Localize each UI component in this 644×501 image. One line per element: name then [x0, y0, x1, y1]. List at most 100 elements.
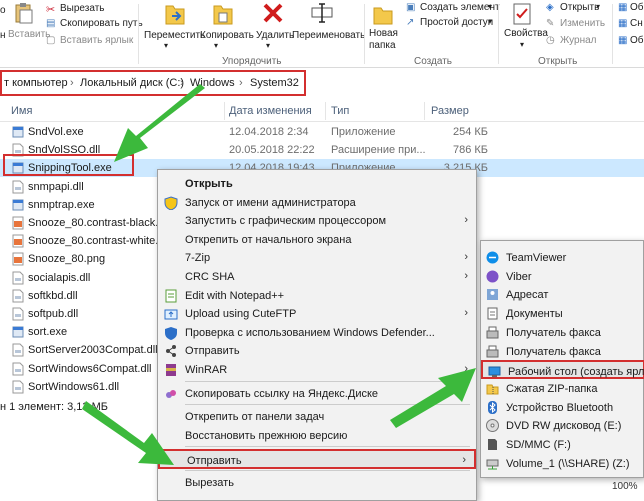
address-segment-current[interactable]: System32	[250, 77, 299, 89]
paste-shortcut-icon[interactable]: ▢	[46, 35, 55, 46]
context-menu-item[interactable]: CRC SHA ›	[158, 267, 476, 287]
journal-icon[interactable]: ◷	[546, 35, 555, 46]
copy-to-button[interactable]: Копировать	[200, 30, 254, 41]
context-menu-item[interactable]: Запуск от имени администратора	[158, 193, 476, 213]
select-all-button[interactable]: Об	[630, 2, 644, 13]
easy-access-icon[interactable]: ↗	[406, 17, 414, 28]
rename-icon[interactable]	[310, 2, 334, 24]
file-size: 254 КБ	[452, 126, 488, 138]
send-to-item[interactable]: TeamViewer	[481, 248, 644, 267]
ribbon: о н Вставить ✂ Вырезать ▤ Скопировать пу…	[0, 0, 644, 68]
send-to-item[interactable]: Получатель факса	[481, 342, 644, 361]
properties-dropdown-icon: ▾	[520, 40, 525, 49]
edit-icon[interactable]: ✎	[546, 18, 554, 29]
send-to-item[interactable]: Устройство Bluetooth	[481, 398, 644, 417]
edit-button[interactable]: Изменить	[560, 18, 605, 29]
paste-button[interactable]: Вставить	[8, 29, 50, 40]
send-to-item[interactable]: Рабочий стол (создать ярлык)	[481, 360, 644, 380]
column-divider[interactable]	[224, 102, 225, 120]
select-all-icon[interactable]: ▦	[618, 2, 627, 13]
column-date[interactable]: Дата изменения	[229, 105, 312, 117]
file-name: sort.exe	[28, 326, 68, 339]
exe-file-icon	[12, 199, 24, 211]
select-none-button[interactable]: Сн	[630, 18, 643, 29]
column-type[interactable]: Тип	[331, 105, 349, 117]
file-name: socialapis.dll	[28, 271, 91, 284]
bluetooth-icon	[488, 400, 497, 414]
column-size[interactable]: Размер	[431, 105, 469, 117]
column-name[interactable]: Имя	[11, 105, 32, 117]
context-menu-item[interactable]: Запустить с графическим процессором ›	[158, 211, 476, 231]
file-type: Расширение при...	[331, 144, 426, 157]
new-folder-button-line2[interactable]: папка	[369, 40, 396, 51]
ribbon-separator	[364, 4, 365, 64]
invert-select-icon[interactable]: ▦	[618, 35, 627, 46]
copy-to-dropdown-icon: ▾	[214, 41, 219, 50]
easy-access-button[interactable]: Простой доступ	[420, 17, 493, 28]
file-name: Snooze_80.contrast-black.png	[28, 217, 177, 229]
chevron-right-icon: ›	[464, 307, 468, 320]
docs-icon	[487, 307, 498, 320]
column-divider[interactable]	[325, 102, 326, 120]
copy-to-icon[interactable]	[212, 2, 234, 26]
menu-item-label: Открепить от начального экрана	[185, 233, 352, 246]
chevron-right-icon: ›	[464, 270, 468, 282]
context-menu-item[interactable]: Edit with Notepad++	[158, 286, 476, 306]
new-folder-icon[interactable]	[372, 2, 394, 26]
send-to-label: Получатель факса	[506, 345, 601, 358]
send-to-item[interactable]: Сжатая ZIP-папка	[481, 379, 644, 398]
rename-button[interactable]: Переименовать	[292, 30, 365, 41]
delete-icon[interactable]	[262, 2, 284, 24]
exe-file-icon	[12, 126, 24, 138]
address-segment[interactable]: т компьютер	[4, 77, 68, 89]
invert-select-button[interactable]: Об	[630, 35, 644, 46]
send-to-item[interactable]: Viber	[481, 267, 644, 286]
properties-icon[interactable]	[512, 2, 532, 26]
move-to-icon[interactable]	[164, 2, 186, 26]
paste-shortcut-button[interactable]: Вставить ярлык	[60, 35, 133, 46]
shield-icon	[164, 196, 178, 210]
menu-separator	[185, 470, 470, 471]
new-item-icon[interactable]: ▣	[406, 2, 415, 13]
menu-item-label: CRC SHA	[185, 271, 235, 283]
send-to-item[interactable]: Volume_1 (\\SHARE) (Z:)	[481, 454, 644, 473]
context-menu-item[interactable]: Upload using CuteFTP ›	[158, 304, 476, 324]
open-button[interactable]: Открыть	[560, 2, 599, 13]
file-name: SortWindows61.dll	[28, 380, 120, 393]
zoom-level: 100%	[612, 481, 638, 492]
paste-icon[interactable]	[14, 2, 34, 24]
context-menu-item[interactable]: Проверка с использованием Windows Defend…	[158, 323, 476, 343]
move-to-button[interactable]: Переместить	[144, 30, 205, 41]
delete-button[interactable]: Удалить	[256, 30, 294, 41]
send-to-item[interactable]: Получатель факса	[481, 323, 644, 342]
copy-path-icon[interactable]: ▤	[46, 18, 55, 29]
zip-icon	[486, 384, 499, 395]
journal-button[interactable]: Журнал	[560, 35, 597, 46]
open-dropdown-icon: ▾	[596, 2, 601, 11]
context-menu-item[interactable]: Отправить	[158, 341, 476, 361]
file-size: 786 КБ	[452, 144, 488, 157]
file-row[interactable]: SndVol.exe 12.04.2018 2:34 Приложение 254 К…	[0, 123, 644, 141]
cut-button[interactable]: Вырезать	[60, 3, 104, 14]
send-to-item[interactable]: DVD RW дисковод (E:)	[481, 416, 644, 435]
properties-button[interactable]: Свойства	[504, 28, 548, 39]
send-to-item[interactable]: SD/MMC (F:)	[481, 435, 644, 454]
context-menu-item[interactable]: 7-Zip ›	[158, 248, 476, 268]
new-folder-button[interactable]: Новая	[369, 28, 398, 39]
context-menu-item[interactable]: Открыть	[158, 174, 476, 194]
cut-icon[interactable]: ✂	[46, 3, 55, 16]
send-to-label: Рабочий стол (создать ярлык)	[508, 366, 644, 379]
new-item-dropdown-icon: ▾	[488, 2, 493, 11]
png-file-icon	[12, 234, 24, 248]
context-menu-item[interactable]: Вырезать	[158, 473, 476, 493]
context-menu-item[interactable]: Отправить ›	[158, 449, 476, 470]
send-to-item[interactable]: Адресат	[481, 285, 644, 304]
file-date: 12.04.2018 2:34	[229, 126, 309, 138]
copy-path-button[interactable]: Скопировать путь	[60, 18, 143, 29]
context-menu-item[interactable]: Открепить от начального экрана	[158, 230, 476, 250]
column-divider[interactable]	[424, 102, 425, 120]
send-to-item[interactable]: Документы	[481, 304, 644, 323]
png-file-icon	[12, 252, 24, 266]
select-none-icon[interactable]: ▦	[618, 18, 627, 29]
open-icon[interactable]: ◈	[546, 2, 554, 13]
